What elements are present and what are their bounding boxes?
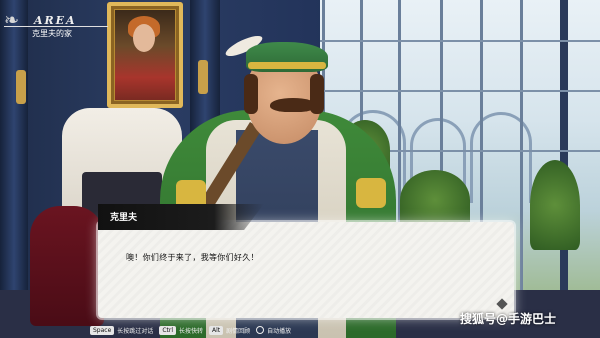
control-hints: Space 长按跳过对话 Ctrl 长按快转 Alt 剧情回顾 自动播放: [90, 324, 291, 336]
hint-auto-play[interactable]: 自动播放: [256, 326, 291, 335]
area-location-name: 克里夫的家: [32, 29, 72, 38]
ctrl-key-icon: Ctrl: [159, 325, 176, 335]
watermark: 搜狐号@手游巴士: [460, 312, 557, 326]
alt-key-icon: Alt: [209, 325, 224, 335]
hint-skip[interactable]: Space 长按跳过对话: [90, 325, 154, 335]
character-sideburn: [244, 74, 258, 114]
hint-label: 长按快转: [179, 327, 204, 335]
character-hatband: [248, 62, 326, 69]
window-frame: [320, 90, 600, 92]
space-key-icon: Space: [90, 325, 115, 335]
hint-label: 剧情回顾: [226, 327, 251, 335]
armchair: [30, 206, 104, 326]
speaker-name: 克里夫: [110, 213, 138, 223]
garden-plant: [530, 160, 580, 250]
wall-sconce: [16, 70, 26, 104]
hint-fast-forward[interactable]: Ctrl 长按快转: [159, 325, 204, 335]
hint-label: 长按跳过对话: [117, 327, 154, 335]
hint-label: 自动播放: [267, 327, 292, 335]
ornament-icon: ❧: [4, 10, 20, 31]
area-indicator: ❧ AREA 克里夫的家: [0, 6, 110, 40]
dialog-text: 噢！你们终于来了，我等你们好久！: [126, 253, 259, 262]
garden-plant: [400, 170, 470, 230]
character-cuff: [356, 178, 386, 208]
wall-sconce: [198, 60, 208, 94]
portrait-face: [133, 24, 155, 52]
character-mustache: [270, 98, 316, 112]
window-frame: [320, 40, 600, 42]
auto-play-icon: [256, 326, 265, 334]
area-divider: [4, 26, 108, 27]
hint-backlog[interactable]: Alt 剧情回顾: [209, 325, 251, 335]
dialog-box[interactable]: [98, 222, 514, 318]
pillar-left: [0, 0, 28, 338]
